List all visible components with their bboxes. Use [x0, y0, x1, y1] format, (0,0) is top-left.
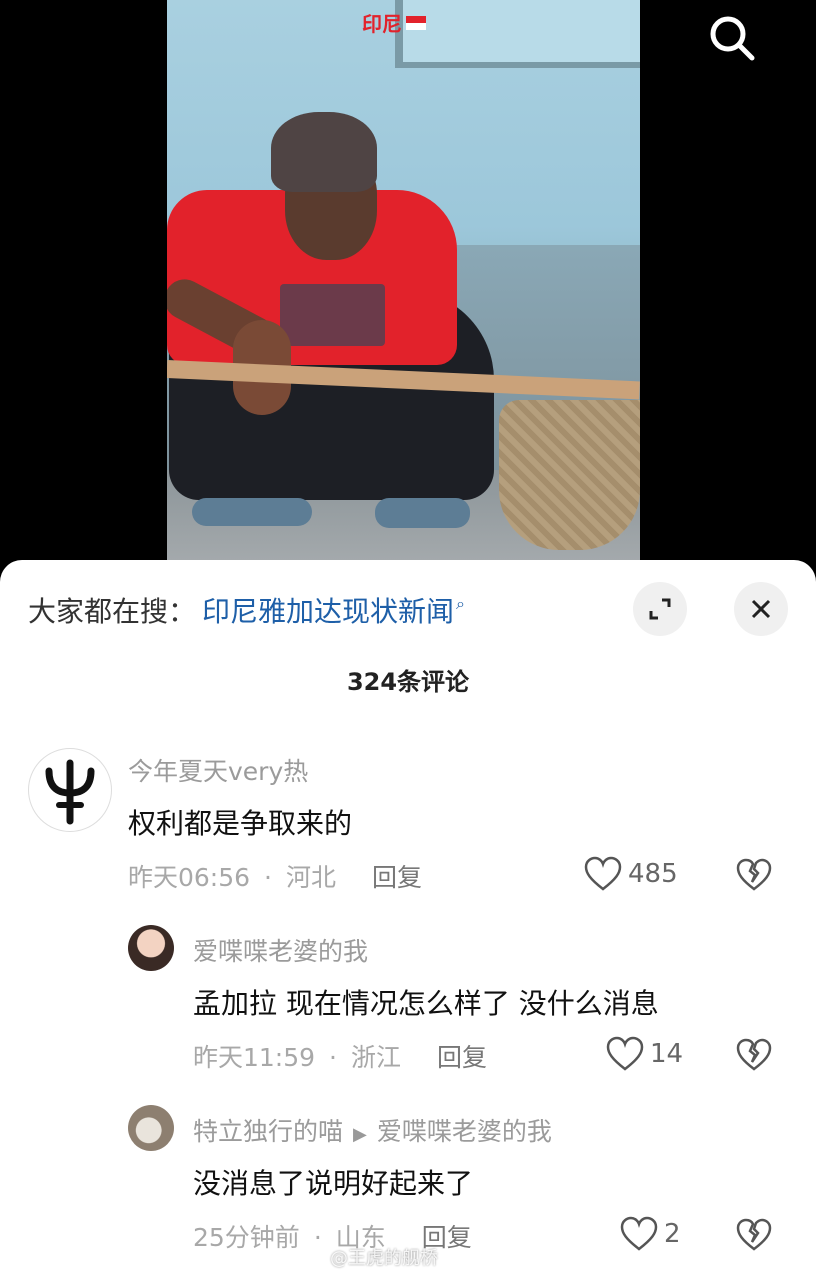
- comment-text: 没消息了说明好起来了: [193, 1167, 474, 1200]
- indonesia-flag-icon: [406, 15, 426, 30]
- heart-icon: [584, 856, 622, 891]
- person-cap: [271, 112, 377, 192]
- comment-text: 权利都是争取来的: [128, 807, 353, 840]
- woven-basket: [499, 400, 640, 550]
- comment-location: 河北: [286, 863, 337, 892]
- broken-heart-icon: [736, 858, 772, 891]
- like-count: 2: [664, 1219, 681, 1249]
- small-search-icon: ⌕: [456, 594, 465, 613]
- search-suggestion[interactable]: 大家都在搜： 印尼雅加达现状新闻 ⌕: [28, 590, 465, 630]
- comment-username[interactable]: 爱喋喋老婆的我: [193, 932, 368, 968]
- like-button[interactable]: 2: [620, 1216, 681, 1252]
- like-count: 485: [628, 859, 678, 889]
- dislike-button[interactable]: [736, 1038, 772, 1074]
- reply-button[interactable]: 回复: [372, 863, 422, 892]
- comment-text: 孟加拉 现在情况怎么样了 没什么消息: [193, 987, 659, 1020]
- reply-to-username[interactable]: 爱喋喋老婆的我: [377, 1117, 552, 1146]
- location-tag: 印尼: [362, 8, 426, 37]
- sandal-left: [192, 498, 312, 526]
- comment-time: 昨天11:59: [193, 1043, 316, 1072]
- close-icon: [751, 599, 771, 619]
- reply-arrow-icon: ▶: [353, 1124, 367, 1145]
- dislike-button[interactable]: [736, 858, 772, 894]
- like-button[interactable]: 14: [606, 1036, 683, 1072]
- heart-icon: [620, 1216, 658, 1251]
- close-button[interactable]: [734, 582, 788, 636]
- broken-heart-icon: [736, 1218, 772, 1251]
- video-frame: 印尼: [167, 0, 640, 565]
- like-button[interactable]: 485: [584, 856, 678, 892]
- sandal-right: [375, 498, 470, 528]
- comment-username[interactable]: 今年夏天very热: [128, 752, 308, 788]
- reply-button[interactable]: 回复: [437, 1043, 487, 1072]
- expand-icon: [649, 598, 671, 620]
- search-suggestion-prefix: 大家都在搜：: [28, 595, 197, 628]
- shirt-print: [280, 284, 385, 346]
- heart-icon: [606, 1036, 644, 1071]
- comment-username-row: 特立独行的喵 ▶ 爱喋喋老婆的我: [193, 1112, 552, 1148]
- comment-username[interactable]: 特立独行的喵: [193, 1117, 343, 1146]
- comment-time: 昨天06:56: [128, 863, 251, 892]
- comments-count: 324条评论: [346, 668, 470, 696]
- location-tag-label: 印尼: [362, 12, 402, 36]
- watermark: @王虎的舰桥: [330, 1248, 438, 1269]
- dislike-button[interactable]: [736, 1218, 772, 1254]
- video-player[interactable]: 印尼: [0, 0, 816, 580]
- broken-heart-icon: [736, 1038, 772, 1071]
- search-icon: [710, 16, 755, 61]
- comment-meta: 昨天06:56 · 河北 回复: [128, 863, 423, 892]
- like-count: 14: [650, 1039, 684, 1069]
- window-bg: [395, 0, 640, 68]
- avatar[interactable]: [28, 748, 112, 832]
- search-button[interactable]: [706, 12, 758, 64]
- comment-time: 25分钟前: [193, 1223, 300, 1252]
- avatar[interactable]: [128, 925, 174, 971]
- comment-meta: 昨天11:59 · 浙江 回复: [193, 1043, 488, 1072]
- expand-button[interactable]: [633, 582, 687, 636]
- trident-logo-icon: [45, 759, 95, 825]
- search-suggestion-link[interactable]: 印尼雅加达现状新闻: [202, 590, 454, 630]
- comment-location: 浙江: [351, 1043, 402, 1072]
- avatar[interactable]: [128, 1105, 174, 1151]
